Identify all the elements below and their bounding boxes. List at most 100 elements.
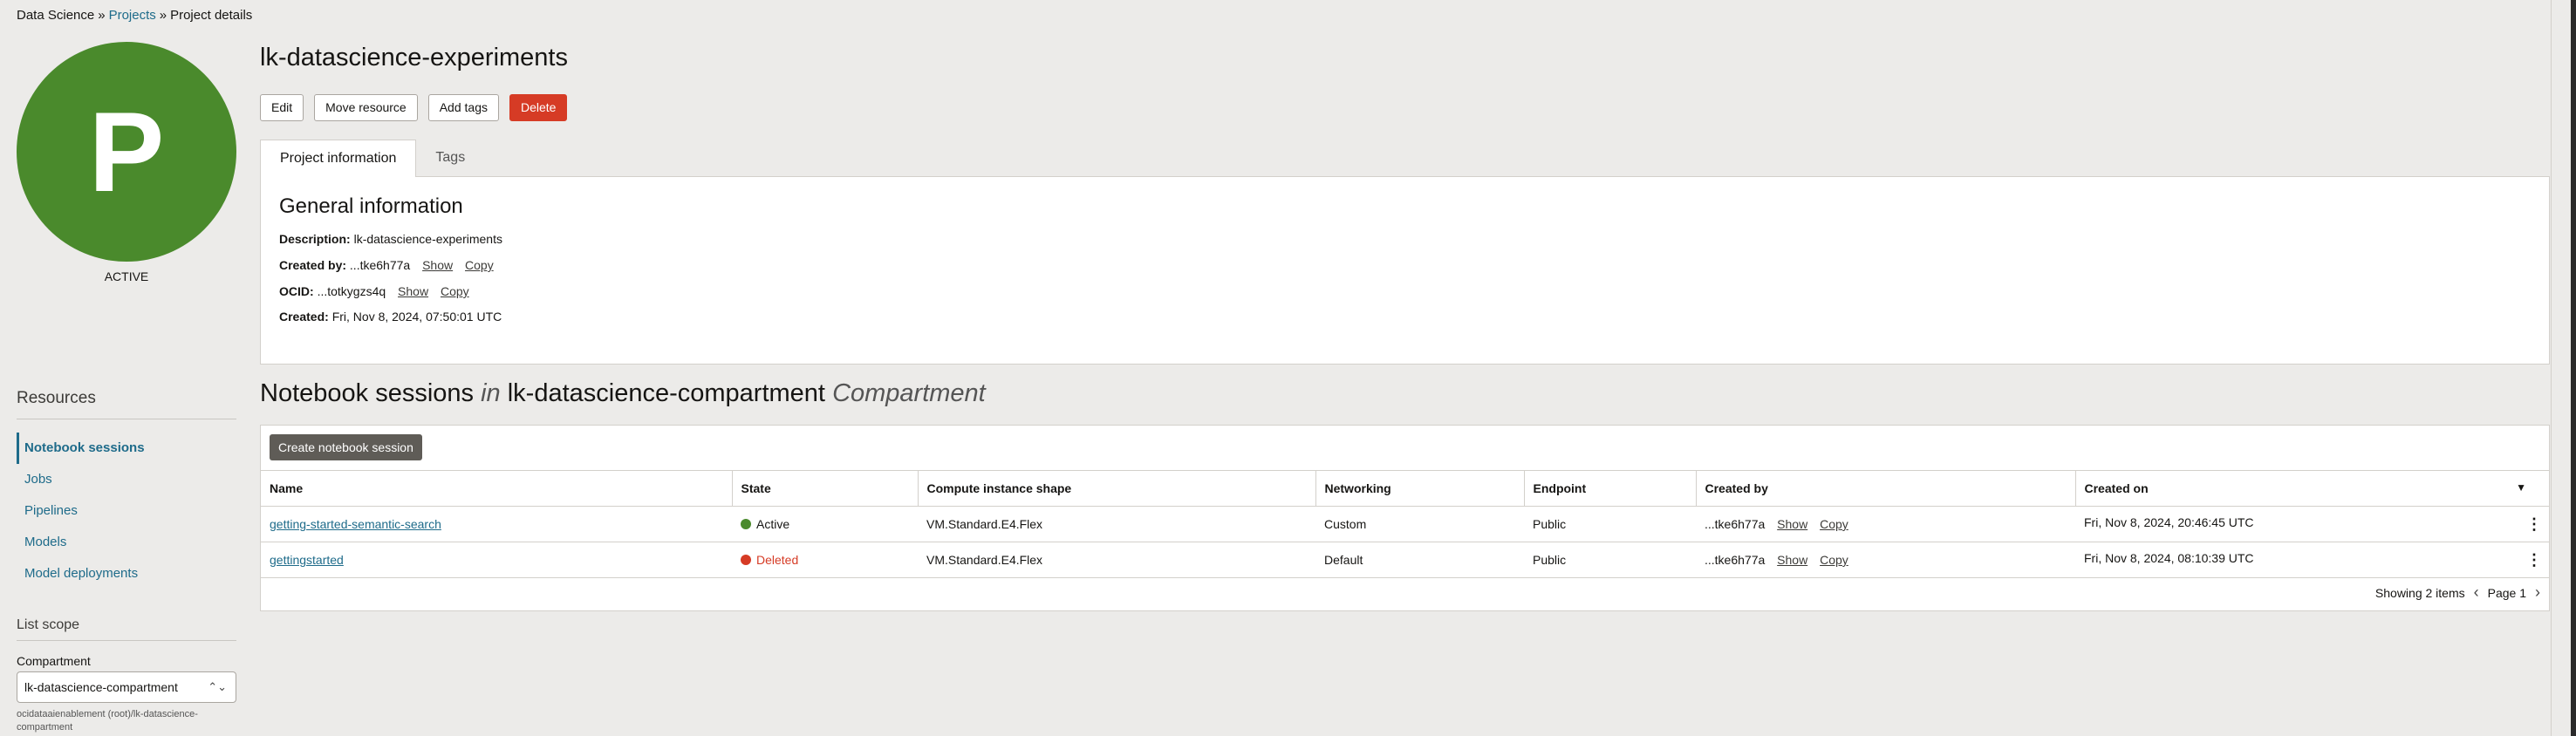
created-on-value: Fri, Nov 8, 2024, 20:46:45 UTC xyxy=(2084,515,2254,529)
resources-title: Resources xyxy=(17,389,96,407)
resource-item-pipelines[interactable]: Pipelines xyxy=(17,495,236,527)
ocid-label: OCID: xyxy=(279,284,314,298)
created-on-value: Fri, Nov 8, 2024, 08:10:39 UTC xyxy=(2084,550,2254,565)
compartment-value: lk-datascience-compartment xyxy=(24,680,178,694)
deleted-status-dot-icon xyxy=(741,555,751,565)
resource-item-models[interactable]: Models xyxy=(17,527,236,558)
column-header-created-on[interactable]: Created on ▼ xyxy=(2075,470,2549,507)
cell-created-by: ...tke6h77a Show Copy xyxy=(1696,506,2075,542)
state-text: Deleted xyxy=(756,553,799,567)
cell-shape: VM.Standard.E4.Flex xyxy=(918,506,1315,542)
copy-link[interactable]: Copy xyxy=(1820,553,1848,567)
table-row: gettingstarted Deleted VM.Standard.E4.Fl… xyxy=(261,542,2549,578)
show-link[interactable]: Show xyxy=(1777,553,1807,567)
resource-item-notebook-sessions[interactable]: Notebook sessions xyxy=(17,433,236,464)
active-status-dot-icon xyxy=(741,519,751,529)
table-header-row: Name State Compute instance shape Networ… xyxy=(261,470,2549,507)
cell-endpoint: Public xyxy=(1524,542,1696,578)
row-actions-kebab-icon[interactable]: ⋮ xyxy=(2526,551,2542,569)
table-row: getting-started-semantic-search Active V… xyxy=(261,506,2549,542)
notebook-link[interactable]: getting-started-semantic-search xyxy=(270,517,441,531)
created-by-show-link[interactable]: Show xyxy=(422,258,453,272)
delete-button[interactable]: Delete xyxy=(509,94,568,121)
state-text: Active xyxy=(756,517,790,531)
next-page-icon[interactable]: › xyxy=(2535,583,2540,602)
project-avatar: P xyxy=(17,42,236,262)
cell-state: Deleted xyxy=(732,542,918,578)
column-header-name[interactable]: Name xyxy=(261,470,733,507)
copy-link[interactable]: Copy xyxy=(1820,517,1848,531)
compartment-label: Compartment xyxy=(17,654,91,668)
page: Data Science» Projects» Project details P … xyxy=(0,0,2576,736)
description-value: lk-datascience-experiments xyxy=(353,232,502,246)
ocid-value: ...totkygzs4q xyxy=(317,284,386,298)
notebook-sessions-table: Name State Compute instance shape Networ… xyxy=(261,470,2549,578)
general-info-heading: General information xyxy=(279,194,463,218)
tab-project-information[interactable]: Project information xyxy=(260,140,417,177)
avatar-letter: P xyxy=(88,88,165,215)
move-resource-button[interactable]: Move resource xyxy=(314,94,418,121)
show-link[interactable]: Show xyxy=(1777,517,1807,531)
breadcrumb-projects-link[interactable]: Projects xyxy=(109,8,156,23)
notebook-sessions-title: Notebook sessions in lk-datascience-comp… xyxy=(260,379,986,408)
column-header-networking[interactable]: Networking xyxy=(1315,470,1525,507)
list-scope-divider xyxy=(17,640,236,641)
cell-created-by: ...tke6h77a Show Copy xyxy=(1696,542,2075,578)
section-title-suffix: Compartment xyxy=(832,379,986,407)
edit-button[interactable]: Edit xyxy=(260,94,304,121)
created-by-value: ...tke6h77a xyxy=(1705,517,1766,531)
breadcrumb-data-science[interactable]: Data Science xyxy=(17,8,94,23)
page-number: Page 1 xyxy=(2487,585,2526,600)
create-notebook-session-button[interactable]: Create notebook session xyxy=(270,434,422,460)
showing-count: Showing 2 items xyxy=(2374,585,2465,600)
created-row: Created: Fri, Nov 8, 2024, 07:50:01 UTC xyxy=(279,310,502,324)
column-header-shape[interactable]: Compute instance shape xyxy=(918,470,1316,507)
ocid-show-link[interactable]: Show xyxy=(398,284,428,298)
general-info-card: General information Description: lk-data… xyxy=(260,176,2550,365)
page-title: lk-datascience-experiments xyxy=(260,44,568,72)
scrollbar[interactable] xyxy=(2571,0,2576,736)
ocid-row: OCID: ...totkygzs4q Show Copy xyxy=(279,284,469,298)
cell-created-on: Fri, Nov 8, 2024, 08:10:39 UTC ⋮ xyxy=(2075,542,2549,578)
ocid-copy-link[interactable]: Copy xyxy=(441,284,469,298)
cell-networking: Default xyxy=(1315,542,1524,578)
resource-item-model-deployments[interactable]: Model deployments xyxy=(17,558,236,589)
tab-tags[interactable]: Tags xyxy=(416,140,484,176)
project-status: ACTIVE xyxy=(104,269,149,283)
created-by-label: Created by: xyxy=(279,258,347,272)
select-arrows-icon: ⌃⌄ xyxy=(208,680,227,693)
section-title-in: in xyxy=(481,379,501,407)
right-edge-strip xyxy=(2551,0,2576,736)
created-label: Created: xyxy=(279,310,329,324)
compartment-select[interactable]: lk-datascience-compartment ⌃⌄ xyxy=(17,671,236,703)
created-by-row: Created by: ...tke6h77a Show Copy xyxy=(279,258,494,272)
cell-endpoint: Public xyxy=(1524,506,1696,542)
created-by-value: ...tke6h77a xyxy=(1705,553,1766,567)
action-bar: Edit Move resource Add tags Delete xyxy=(260,94,568,121)
add-tags-button[interactable]: Add tags xyxy=(427,94,499,121)
cell-networking: Custom xyxy=(1315,506,1524,542)
cell-state: Active xyxy=(732,506,918,542)
cell-created-on: Fri, Nov 8, 2024, 20:46:45 UTC ⋮ xyxy=(2075,506,2549,542)
column-header-endpoint[interactable]: Endpoint xyxy=(1524,470,1697,507)
description-row: Description: lk-datascience-experiments xyxy=(279,232,502,246)
cell-name: gettingstarted xyxy=(261,542,732,578)
list-scope-title: List scope xyxy=(17,617,80,632)
sort-descending-icon[interactable]: ▼ xyxy=(2516,481,2526,494)
created-by-copy-link[interactable]: Copy xyxy=(465,258,494,272)
section-title-compartment: lk-datascience-compartment xyxy=(507,379,825,407)
compartment-path: ocidataaienablement (root)/lk-datascienc… xyxy=(17,709,198,733)
created-by-value: ...tke6h77a xyxy=(349,258,411,272)
column-header-state[interactable]: State xyxy=(732,470,919,507)
cell-shape: VM.Standard.E4.Flex xyxy=(918,542,1315,578)
breadcrumb-separator: » xyxy=(98,8,106,23)
notebook-link[interactable]: gettingstarted xyxy=(270,553,344,567)
breadcrumb-current: Project details xyxy=(170,8,253,23)
notebook-sessions-panel: Create notebook session Name State Compu… xyxy=(260,425,2550,611)
resource-item-jobs[interactable]: Jobs xyxy=(17,464,236,495)
tab-bar: Project information Tags xyxy=(260,140,484,177)
column-header-created-by[interactable]: Created by xyxy=(1696,470,2076,507)
previous-page-icon[interactable]: ‹ xyxy=(2474,583,2479,602)
row-actions-kebab-icon[interactable]: ⋮ xyxy=(2526,515,2542,534)
section-title-main: Notebook sessions xyxy=(260,379,475,407)
